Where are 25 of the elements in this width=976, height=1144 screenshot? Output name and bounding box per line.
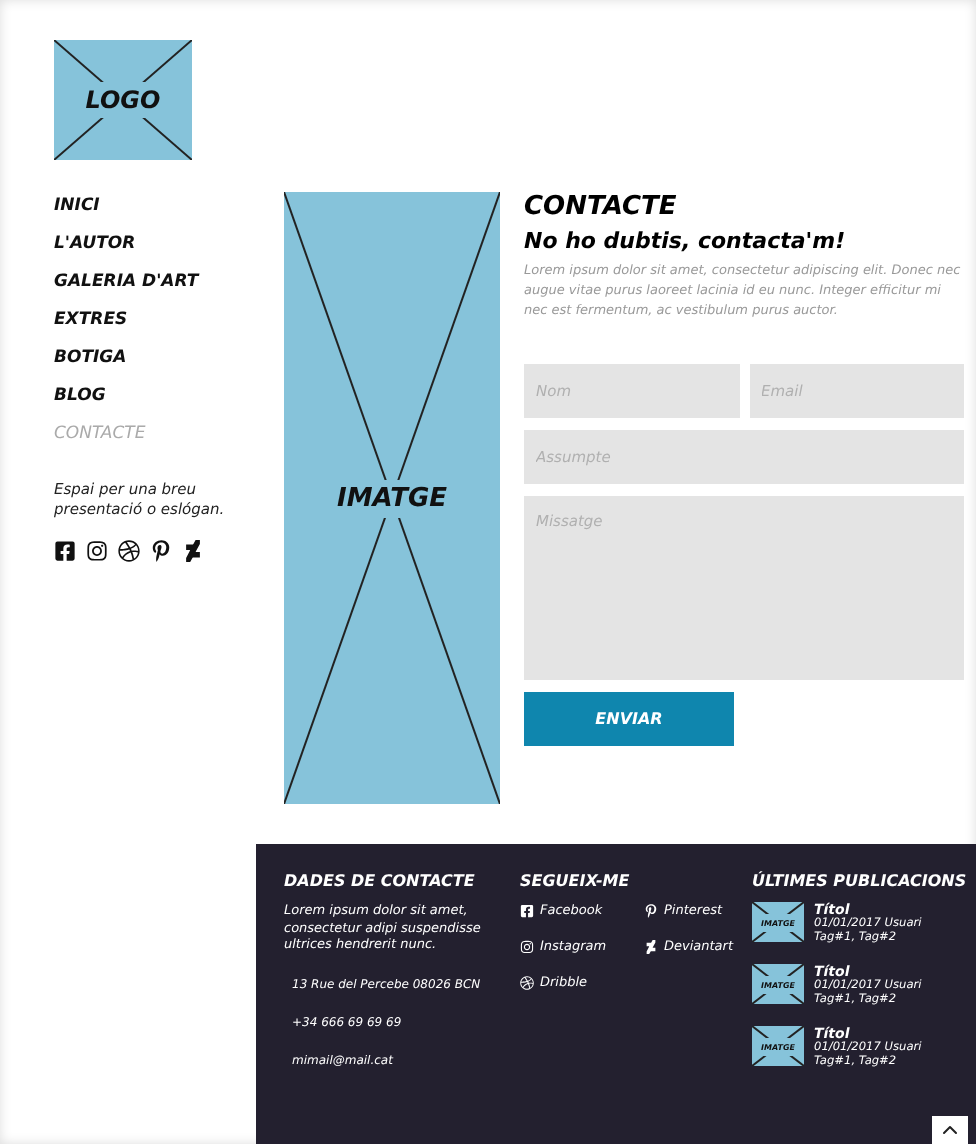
nav-link[interactable]: GALERIA D'ART (54, 268, 260, 296)
nav-link[interactable]: EXTRES (54, 306, 260, 334)
deviantart-icon (644, 939, 658, 953)
nav-link[interactable]: INICI (54, 192, 260, 220)
nav-link[interactable]: L'AUTOR (54, 230, 260, 258)
pinterest-icon (644, 903, 658, 917)
placeholder-label: LOGO (85, 82, 161, 118)
nav-link[interactable]: BLOG (54, 382, 260, 410)
instagram-icon (520, 939, 534, 953)
instagram-icon[interactable] (86, 540, 108, 562)
contact-subtitle: No ho dubtis, contacta'm! (524, 228, 848, 254)
scroll-top-button[interactable] (932, 1116, 968, 1144)
dribbble-icon[interactable] (118, 540, 140, 562)
placeholder-label: IMATGE (336, 479, 447, 517)
deviantart-icon[interactable] (182, 540, 204, 562)
pinterest-icon[interactable] (150, 540, 172, 562)
send-button[interactable]: ENVIAR (524, 692, 734, 746)
facebook-icon (520, 903, 534, 917)
nav-link[interactable]: BOTIGA (54, 344, 260, 372)
footer-heading: SEGUEIX-ME (520, 872, 632, 890)
dribbble-icon (520, 975, 534, 989)
footer-heading: ÚLTIMES PUBLICACIONS (752, 872, 969, 890)
contact-title: CONTACTE (524, 192, 679, 222)
footer-heading: DADES DE CONTACTE (284, 872, 477, 890)
facebook-icon[interactable] (54, 540, 76, 562)
